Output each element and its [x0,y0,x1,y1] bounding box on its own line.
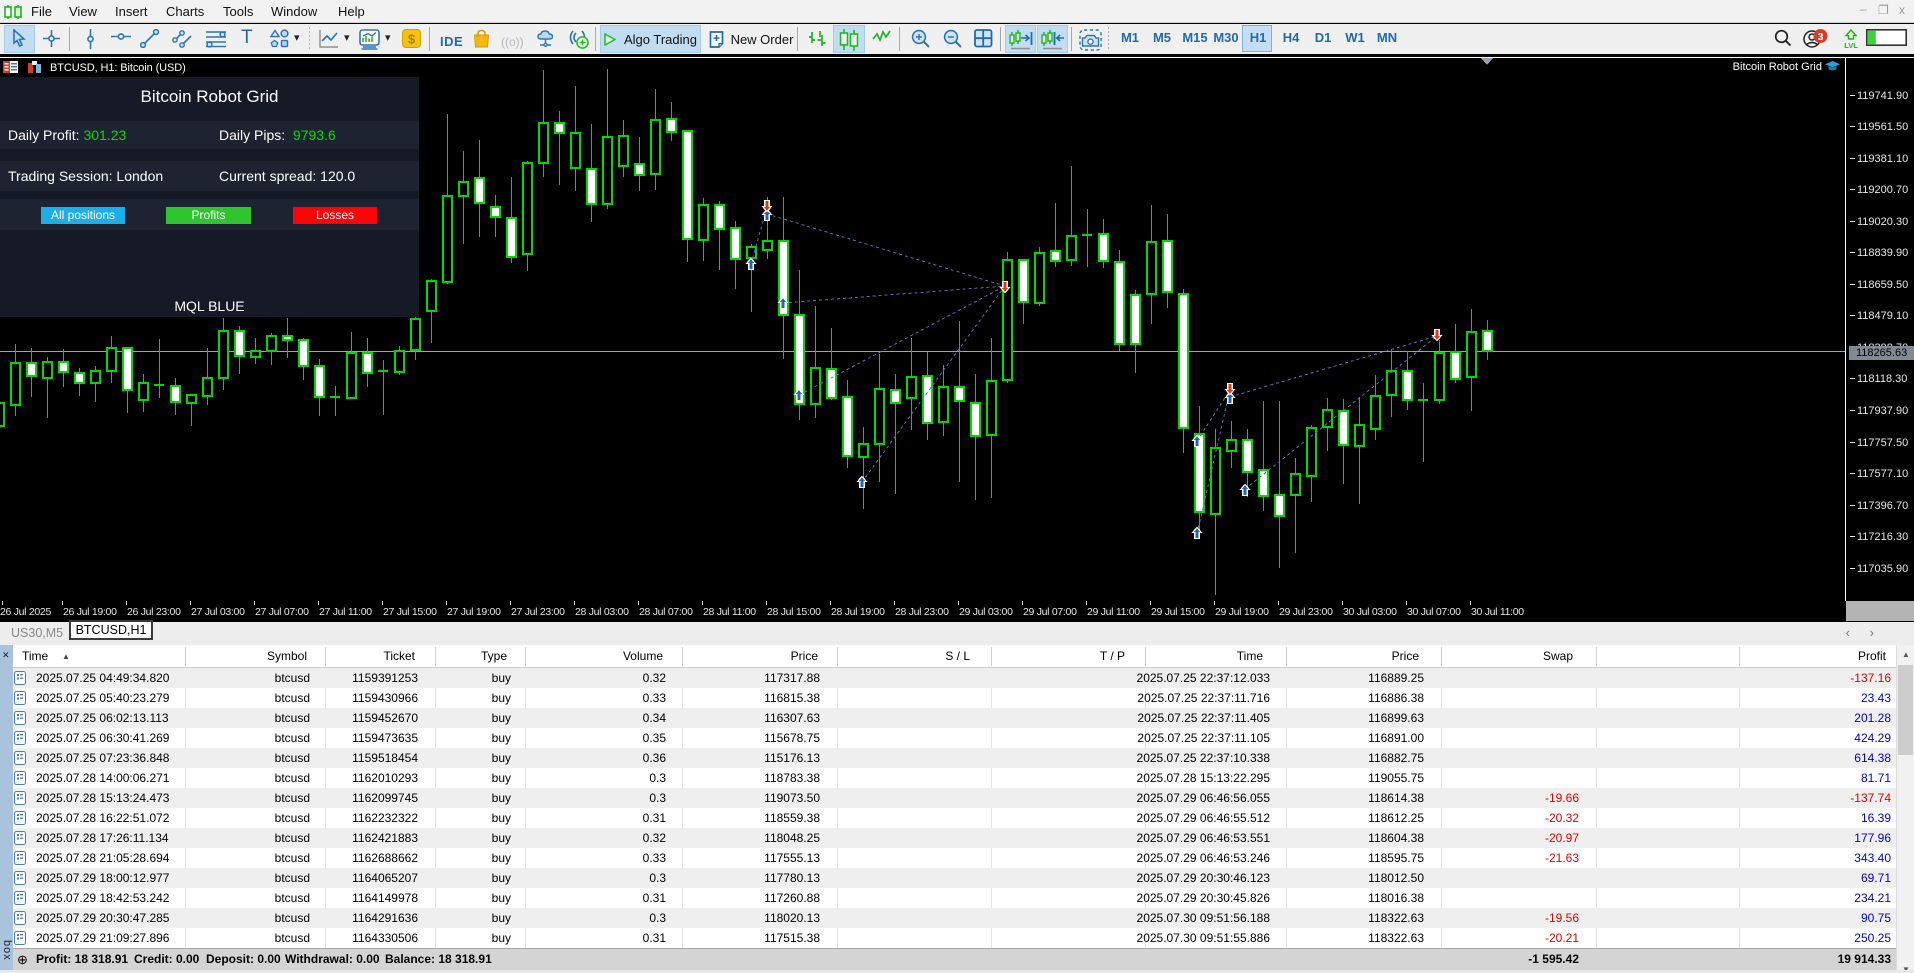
svg-text:3: 3 [1818,31,1824,43]
svg-text:LVL: LVL [1844,41,1858,49]
svg-text:$: $ [408,32,416,47]
